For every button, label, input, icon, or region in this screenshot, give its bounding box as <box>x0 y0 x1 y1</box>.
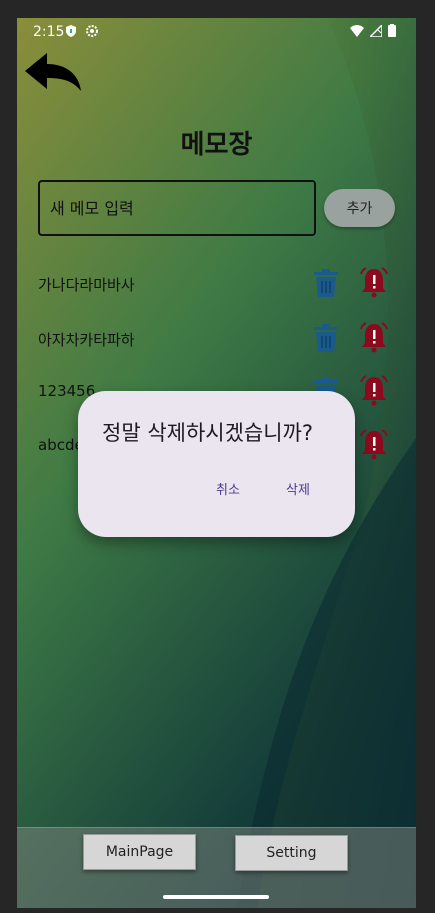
mainpage-button[interactable]: MainPage <box>83 834 196 870</box>
dialog-message: 정말 삭제하시겠습니까? <box>102 421 314 445</box>
setting-button[interactable]: Setting <box>235 835 348 871</box>
device-frame: 2:15 메모장 추가 가나다라마바사 <box>0 0 435 913</box>
app-screen: 2:15 메모장 추가 가나다라마바사 <box>17 18 416 908</box>
cancel-button[interactable]: 취소 <box>216 479 240 498</box>
delete-confirm-dialog: 정말 삭제하시겠습니까? 취소 삭제 <box>78 391 355 537</box>
delete-button[interactable]: 삭제 <box>286 479 310 498</box>
bottom-nav-bar: MainPage Setting <box>17 827 416 908</box>
home-indicator[interactable] <box>163 895 269 899</box>
